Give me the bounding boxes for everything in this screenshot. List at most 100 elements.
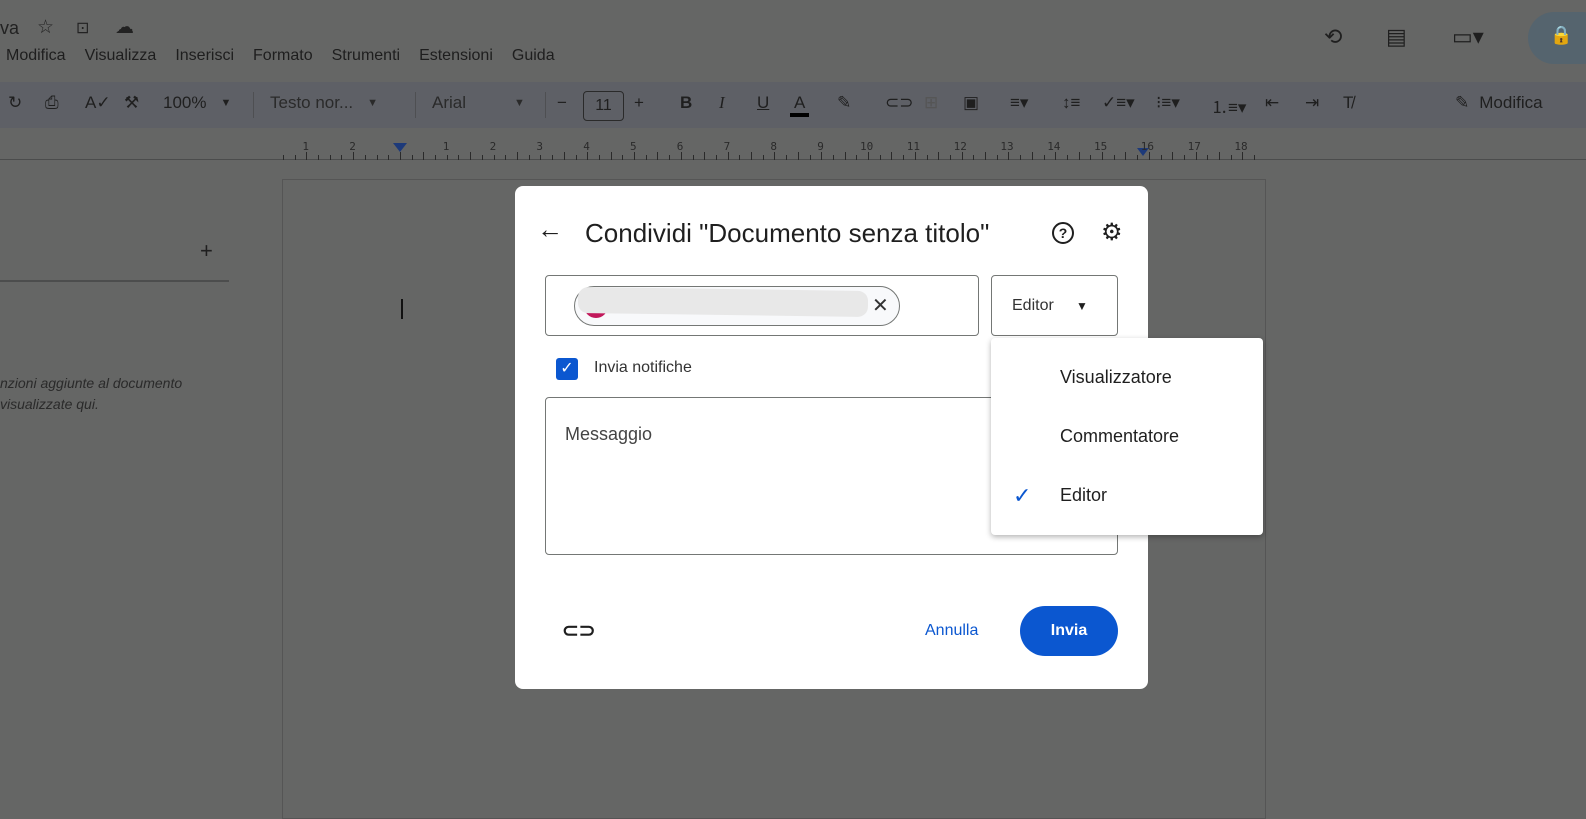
role-option-editor[interactable]: Editor	[1060, 485, 1107, 506]
copy-link-icon[interactable]: ⊂⊃	[562, 618, 596, 643]
ruler-tick	[774, 152, 775, 160]
menu-formato[interactable]: Formato	[253, 47, 313, 65]
back-arrow-icon[interactable]: ←	[537, 214, 563, 245]
ruler-tick	[447, 155, 448, 160]
zoom-select[interactable]: 100% ▼	[163, 93, 231, 113]
chevron-down-icon: ▼	[514, 97, 525, 109]
ruler-tick	[622, 155, 623, 160]
add-comment-icon[interactable]: ⊞	[924, 93, 938, 113]
ruler-tick	[330, 155, 331, 160]
decrease-font-size-icon[interactable]: −	[557, 93, 567, 113]
ruler-tick	[1044, 155, 1045, 160]
chevron-down-icon: ▼	[1076, 299, 1088, 313]
paint-format-icon[interactable]: ⚒	[124, 93, 139, 113]
lock-icon: 🔒	[1550, 25, 1573, 45]
ruler-tick	[1219, 152, 1220, 160]
top-bar	[0, 0, 1586, 82]
ruler-tick	[1161, 155, 1162, 160]
image-icon[interactable]: ▣	[963, 93, 979, 113]
menu-estensioni[interactable]: Estensioni	[419, 47, 493, 65]
ruler-tick	[505, 155, 506, 160]
menu-modifica[interactable]: Modifica	[6, 47, 66, 65]
ruler-tick	[423, 152, 424, 160]
text-color-icon[interactable]: A	[790, 93, 810, 117]
clear-formatting-icon[interactable]: T̸	[1343, 93, 1353, 113]
role-option-commentatore[interactable]: Commentatore	[1060, 426, 1179, 447]
divider	[415, 92, 416, 118]
cancel-button[interactable]: Annulla	[925, 622, 978, 640]
divider	[0, 280, 229, 282]
ruler-tick	[353, 152, 354, 160]
increase-font-size-icon[interactable]: +	[634, 93, 644, 113]
print-icon[interactable]: ⎙	[45, 93, 59, 113]
notify-checkbox[interactable]: ✓	[556, 358, 578, 380]
underline-icon[interactable]: U	[757, 93, 769, 113]
send-button[interactable]: Invia	[1020, 606, 1118, 656]
redo-icon[interactable]: ↻	[8, 93, 22, 113]
ruler-tick	[786, 155, 787, 160]
ruler-tick	[587, 152, 588, 160]
ruler-tick	[751, 152, 752, 160]
message-placeholder: Messaggio	[565, 424, 653, 444]
checklist-icon[interactable]: ✓≡▾	[1102, 93, 1135, 113]
version-history-icon[interactable]: ⟲	[1324, 24, 1342, 50]
share-button[interactable]: 🔒	[1528, 12, 1586, 64]
left-indent-marker[interactable]	[393, 143, 407, 152]
menu-bar: Modifica Visualizza Inserisci Formato St…	[6, 47, 555, 65]
ruler-number: 7	[723, 140, 731, 153]
ruler-tick	[470, 152, 471, 160]
star-icon[interactable]: ☆	[37, 16, 54, 39]
italic-icon[interactable]: I	[719, 93, 725, 113]
menu-strumenti[interactable]: Strumenti	[332, 47, 400, 65]
link-icon[interactable]: ⊂⊃	[885, 93, 914, 113]
bulleted-list-icon[interactable]: ⁝≡▾	[1156, 93, 1180, 113]
increase-indent-icon[interactable]: ⇥	[1305, 93, 1319, 113]
ruler[interactable]	[0, 134, 1586, 160]
ruler-tick	[412, 155, 413, 160]
menu-guida[interactable]: Guida	[512, 47, 555, 65]
meet-icon[interactable]: ▭▾	[1452, 24, 1484, 50]
ruler-tick	[1125, 152, 1126, 160]
decrease-indent-icon[interactable]: ⇤	[1265, 93, 1279, 113]
editing-mode-button[interactable]: ✎ Modifica	[1455, 93, 1543, 113]
divider	[253, 92, 254, 118]
ruler-tick	[1055, 152, 1056, 160]
role-select[interactable]: Editor ▼	[991, 275, 1118, 336]
ruler-tick	[927, 155, 928, 160]
highlight-icon[interactable]: ✎	[837, 93, 851, 113]
spellcheck-icon[interactable]: A✓	[85, 93, 111, 113]
ruler-tick	[880, 155, 881, 160]
ruler-tick	[669, 155, 670, 160]
menu-inserisci[interactable]: Inserisci	[175, 47, 234, 65]
font-select[interactable]: Arial ▼	[432, 93, 525, 113]
empty-text-line: nzioni aggiunte al documento	[0, 375, 183, 391]
numbered-list-icon[interactable]: ⒈≡▾	[1211, 93, 1246, 118]
font-size-input[interactable]: 11	[583, 91, 624, 121]
add-tab-button[interactable]: +	[200, 238, 213, 264]
style-select[interactable]: Testo nor... ▼	[270, 93, 378, 113]
doc-title[interactable]: va	[0, 18, 19, 39]
ruler-tick	[377, 155, 378, 160]
menu-visualizza[interactable]: Visualizza	[85, 47, 157, 65]
ruler-tick	[611, 152, 612, 160]
ruler-tick	[868, 152, 869, 160]
role-option-visualizzatore[interactable]: Visualizzatore	[1060, 367, 1172, 388]
line-spacing-icon[interactable]: ↕≡	[1062, 93, 1080, 113]
ruler-tick	[821, 152, 822, 160]
ruler-tick	[1196, 152, 1197, 160]
bold-icon[interactable]: B	[680, 93, 692, 113]
ruler-tick	[657, 152, 658, 160]
role-value: Editor	[1012, 297, 1054, 314]
settings-gear-icon[interactable]: ⚙	[1101, 218, 1123, 247]
help-icon[interactable]: ?	[1052, 222, 1074, 244]
ruler-tick	[306, 152, 307, 160]
ruler-tick	[1172, 152, 1173, 160]
comments-icon[interactable]: ▤	[1386, 24, 1407, 50]
align-icon[interactable]: ≡▾	[1010, 93, 1028, 113]
move-folder-icon[interactable]: ⊡	[76, 18, 89, 38]
notify-label: Invia notifiche	[594, 359, 692, 376]
ruler-tick	[1137, 155, 1138, 160]
ruler-tick	[1114, 155, 1115, 160]
ruler-tick	[540, 155, 541, 160]
remove-chip-icon[interactable]: ✕	[872, 293, 889, 318]
